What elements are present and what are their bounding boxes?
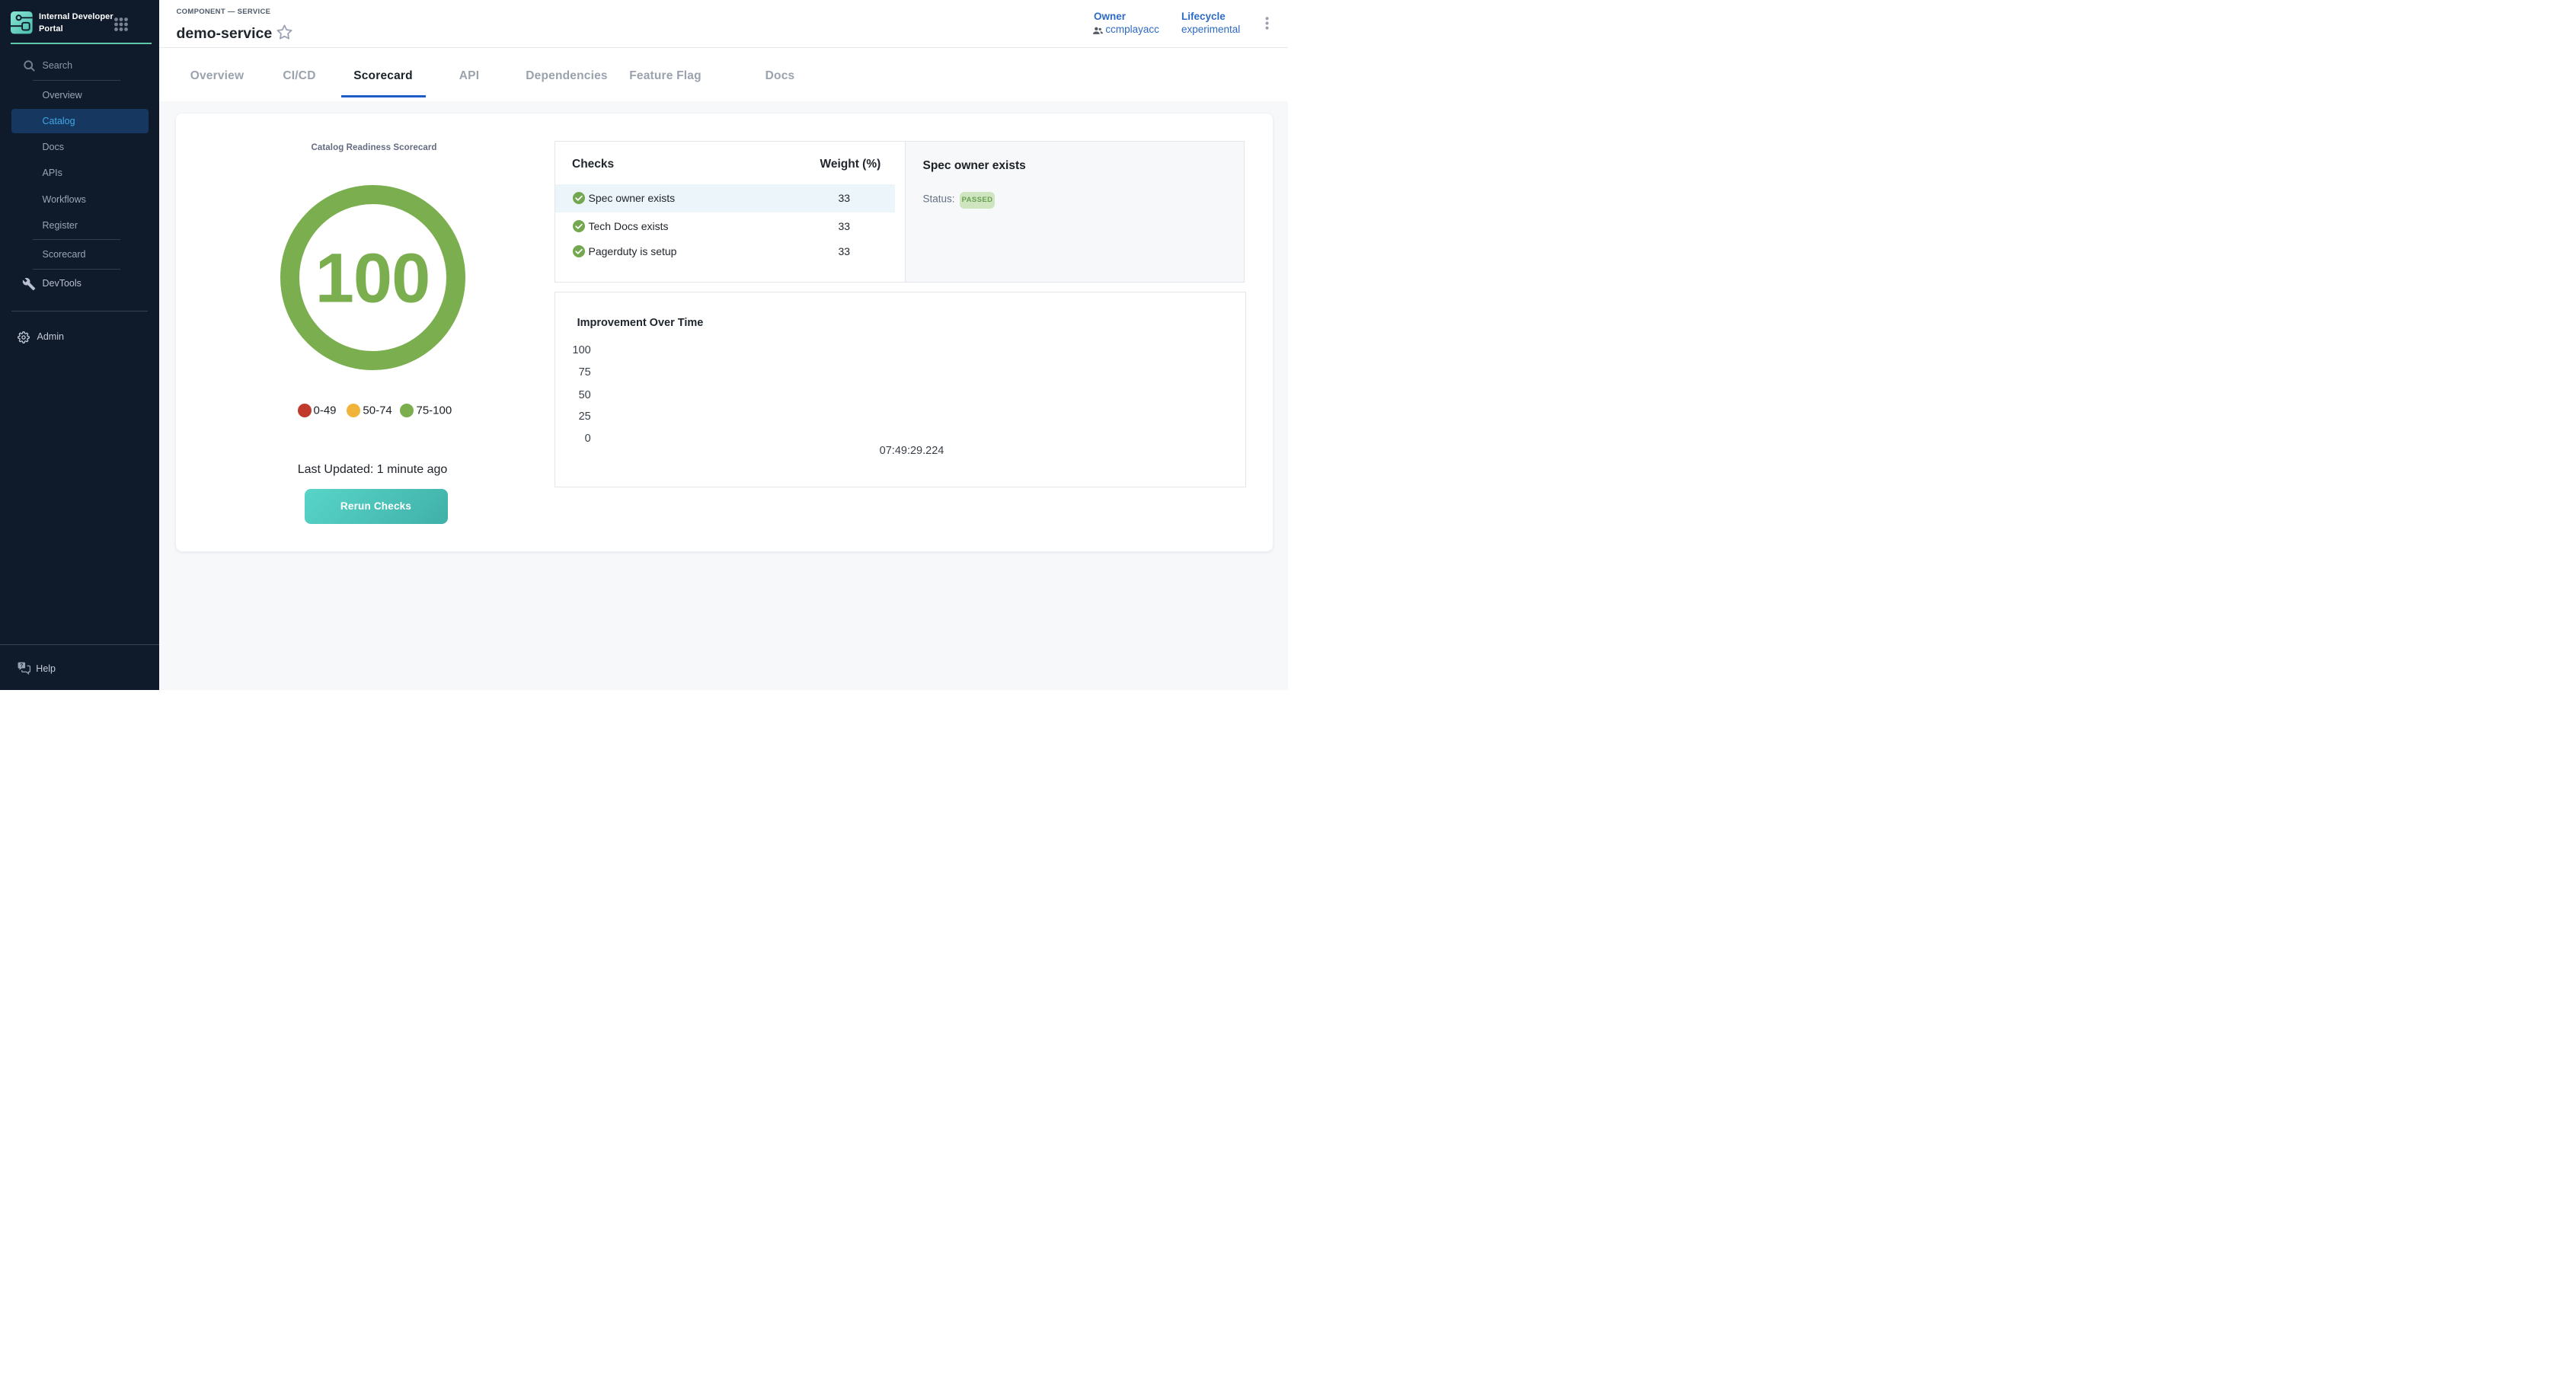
svg-text:?: ? (20, 663, 23, 669)
